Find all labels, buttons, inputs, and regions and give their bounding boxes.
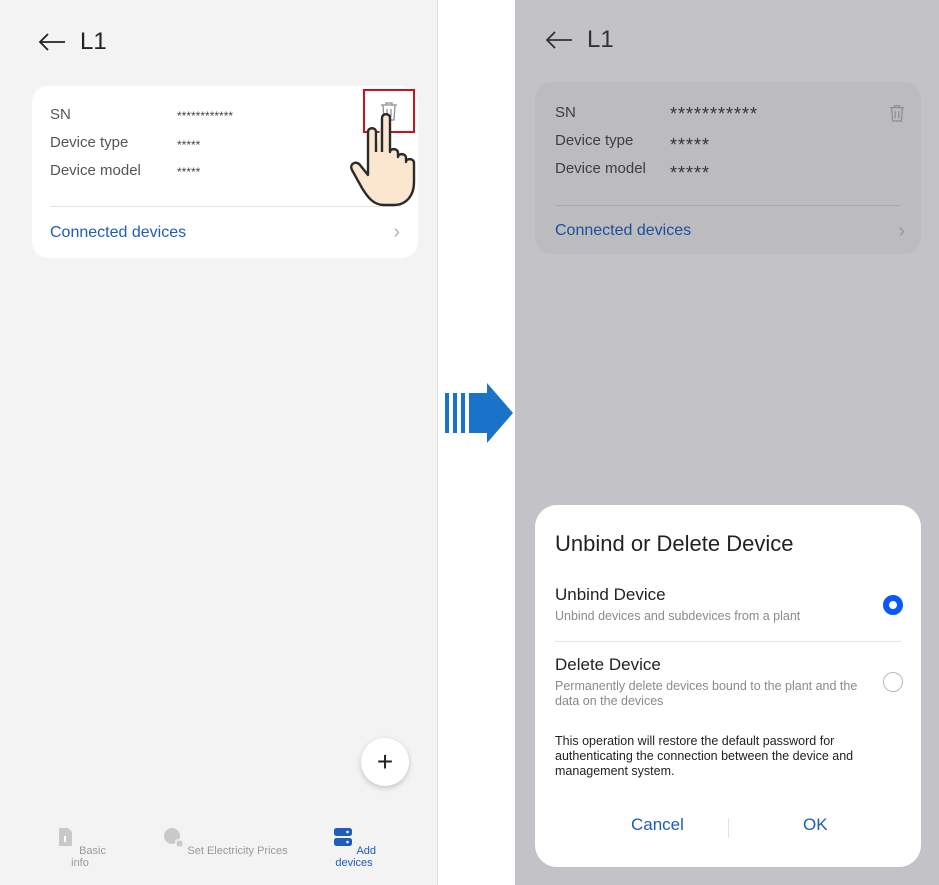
tab-add-devices[interactable]: Add devices	[314, 818, 394, 869]
device-type-row: Device type *****	[555, 132, 710, 156]
dialog-title: Unbind or Delete Device	[555, 531, 794, 556]
connected-devices-link: Connected devices	[555, 222, 692, 239]
ok-button[interactable]: OK	[803, 815, 828, 835]
chevron-right-icon: ›	[898, 220, 905, 242]
delete-device-option[interactable]: Delete Device Permanently delete devices…	[555, 655, 865, 709]
device-model-label: Device model	[555, 160, 646, 177]
device-type-row: Device type *****	[50, 134, 200, 152]
top-bar: L1	[38, 24, 107, 60]
sn-label: SN	[50, 106, 71, 123]
device-card-dimmed: SN *********** Device type ***** Device …	[535, 82, 921, 254]
delete-device-radio[interactable]	[883, 672, 903, 692]
device-model-row: Device model *****	[50, 162, 200, 179]
back-arrow-icon	[545, 31, 572, 49]
device-type-value: *****	[670, 135, 711, 155]
chevron-right-icon: ›	[393, 221, 400, 243]
device-model-value: *****	[670, 163, 711, 183]
tab-set-electricity-prices[interactable]: Set Electricity Prices	[160, 818, 290, 857]
card-divider	[555, 205, 901, 206]
device-type-label: Device type	[555, 132, 634, 149]
device-model-value: *****	[177, 165, 201, 179]
delete-device-label: Delete Device	[555, 655, 661, 674]
sn-label: SN	[555, 104, 576, 121]
page-title: L1	[80, 28, 107, 55]
price-icon	[164, 828, 185, 848]
sn-value: ***********	[670, 104, 759, 124]
top-bar-dimmed: L1	[545, 22, 614, 58]
pointing-hand-icon	[350, 113, 416, 207]
trash-icon	[889, 105, 905, 122]
unbind-device-desc: Unbind devices and subdevices from a pla…	[555, 609, 801, 623]
back-arrow-icon[interactable]	[38, 32, 66, 52]
connected-devices-link[interactable]: Connected devices	[50, 224, 186, 242]
dialog-note: This operation will restore the default …	[555, 734, 854, 778]
document-icon	[59, 828, 73, 846]
bottom-tab-bar: Basic info Set Electricity Prices Add de…	[0, 818, 437, 885]
left-screen: L1 SN ************ Device type ***** Dev…	[0, 0, 438, 885]
device-model-row: Device model *****	[555, 160, 710, 184]
flow-arrow-icon	[445, 383, 513, 443]
device-model-label: Device model	[50, 162, 141, 179]
unbind-device-label: Unbind Device	[555, 585, 666, 604]
delete-device-desc: Permanently delete devices bound to the …	[555, 679, 858, 708]
button-divider	[728, 818, 729, 838]
tab-basic-info-label: Basic info	[71, 845, 106, 869]
sn-value: ************	[177, 109, 234, 123]
page-title: L1	[587, 26, 614, 53]
tab-add-devices-label: Add devices	[335, 845, 377, 869]
cancel-button[interactable]: Cancel	[631, 815, 684, 835]
right-screen: L1 SN *********** Device type ***** Devi…	[515, 0, 939, 885]
sn-row: SN ************	[50, 106, 233, 123]
device-type-value: *****	[177, 138, 201, 152]
tab-set-electricity-prices-label: Set Electricity Prices	[187, 845, 288, 857]
unbind-device-option[interactable]: Unbind Device Unbind devices and subdevi…	[555, 585, 905, 624]
dialog-divider	[555, 641, 901, 642]
tab-basic-info[interactable]: Basic info	[50, 818, 110, 869]
unbind-device-radio[interactable]	[883, 595, 903, 615]
sn-row: SN ***********	[555, 104, 758, 125]
devices-icon	[333, 828, 352, 846]
device-type-label: Device type	[50, 134, 129, 151]
add-fab-button[interactable]: +	[361, 738, 409, 786]
unbind-delete-dialog: Unbind or Delete Device Unbind Device Un…	[535, 505, 921, 867]
